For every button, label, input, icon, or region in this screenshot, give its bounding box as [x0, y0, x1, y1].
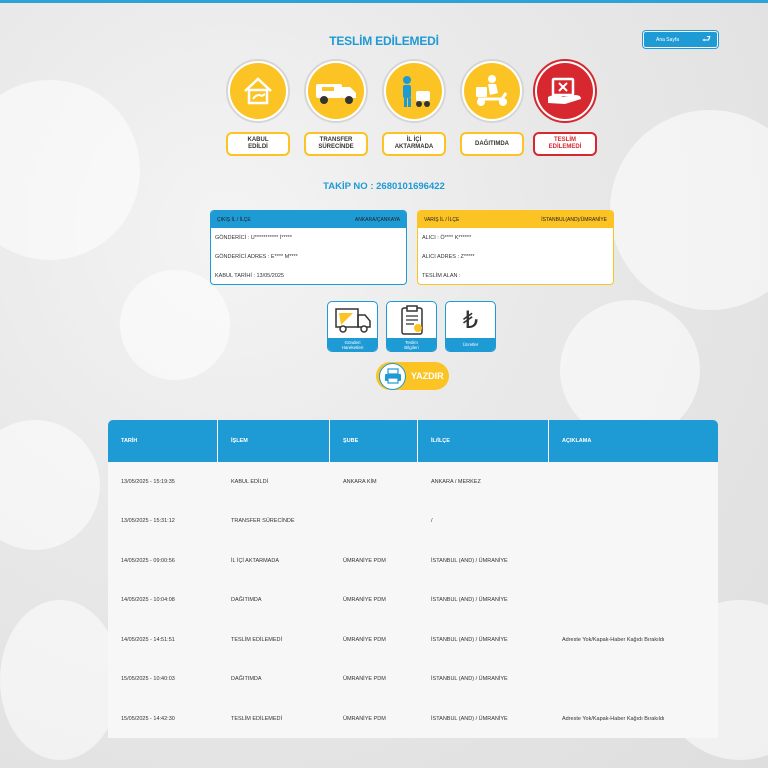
- table-body: 13/05/2025 - 15:19:35 KABUL EDİLDİ ANKARA …: [108, 462, 718, 738]
- table-cell: [549, 502, 718, 542]
- table-cell: DAĞITIMDA: [231, 597, 262, 604]
- step-transfer: TRANSFER SÜRECİNDE: [304, 59, 370, 156]
- fees-button[interactable]: ₺ Ücretler: [445, 301, 496, 352]
- table-cell: [549, 541, 718, 581]
- shipment-movements-button[interactable]: Gönderi Hareketleri: [327, 301, 378, 352]
- table-cell: İSTANBUL (AND) / ÜMRANİYE: [431, 676, 508, 683]
- table-cell: ANKARA / MERKEZ: [431, 478, 481, 485]
- tool-label: Gönderi Hareketleri: [328, 338, 377, 351]
- house-hand-icon: [244, 77, 272, 105]
- column-header: AÇIKLAMA: [562, 438, 592, 444]
- column-header: İŞLEM: [218, 420, 330, 462]
- table-cell: ÜMRANİYE PDM: [343, 636, 386, 643]
- table-cell: İSTANBUL (AND) / ÜMRANİYE: [431, 715, 508, 722]
- table-cell: 14/05/2025 - 10:04:08: [121, 597, 175, 604]
- column-header: TARİH: [108, 420, 218, 462]
- column-header: İL/İLÇE: [418, 420, 549, 462]
- table-row: 14/05/2025 - 14:51:51 TESLİM EDİLEMEDİ ÜMR…: [108, 620, 718, 660]
- table-cell: ANKARA KİM: [343, 478, 377, 485]
- receiver-card-header-right: İSTANBUL(AND)/ÜMRANİYE: [541, 216, 607, 223]
- truck-paper-icon: [334, 307, 371, 333]
- step-teslim-edilemedi: TESLİM EDİLEMEDİ: [533, 59, 599, 156]
- receiver-address: ALICI ADRES : Z*****: [422, 253, 475, 260]
- print-label: YAZDIR: [411, 371, 444, 381]
- table-header: TARİH İŞLEM ŞUBE İL/İLÇE AÇIKLAMA: [108, 420, 718, 462]
- table-cell: /: [431, 518, 433, 525]
- movements-table: TARİH İŞLEM ŞUBE İL/İLÇE AÇIKLAMA 13/05/…: [108, 420, 718, 738]
- sender-address: GÖNDERİCİ ADRES : E**** M****: [215, 253, 298, 260]
- sender-card: ÇIKIŞ İL / İLÇE ANKARA/ÇANKAYA GÖNDERİCİ…: [210, 210, 407, 285]
- lira-icon: ₺: [462, 305, 479, 334]
- step-label: İL İÇİ AKTARMADA: [382, 132, 446, 156]
- home-button[interactable]: Ana Sayfa ⮐: [643, 31, 718, 48]
- table-cell: KABUL EDİLDİ: [231, 478, 269, 485]
- step-label: DAĞITIMDA: [460, 132, 524, 156]
- status-steps: KABUL EDİLDİ TRANSFER SÜRECİNDE İL İÇİ A…: [226, 59, 606, 159]
- table-cell: 13/05/2025 - 15:31:12: [121, 518, 175, 525]
- table-cell: 15/05/2025 - 10:40:03: [121, 676, 175, 683]
- tracking-number: TAKİP NO : 2680101696422: [323, 181, 445, 192]
- tool-label: Teslim Bilgileri: [387, 338, 436, 351]
- receiver-card: VARIŞ İL / İLÇE İSTANBUL(AND)/ÜMRANİYE A…: [417, 210, 614, 285]
- table-cell: TESLİM EDİLEMEDİ: [231, 636, 283, 643]
- truck-icon: [316, 84, 356, 104]
- printer-icon: [384, 368, 401, 384]
- table-row: 13/05/2025 - 15:31:12 TRANSFER SÜRECİNDE /: [108, 502, 718, 542]
- acceptance-date: KABUL TARİHİ : 13/05/2025: [215, 272, 284, 279]
- table-cell: DAĞITIMDA: [231, 676, 262, 683]
- table-cell: ÜMRANİYE PDM: [343, 597, 386, 604]
- home-button-label: Ana Sayfa: [656, 36, 680, 43]
- step-label: TRANSFER SÜRECİNDE: [304, 132, 368, 156]
- column-header: ŞUBE: [330, 420, 418, 462]
- table-cell: Adreste Yok/Kapak-Haber Kağıdı Bırakıldı: [562, 715, 665, 722]
- table-cell: İSTANBUL (AND) / ÜMRANİYE: [431, 597, 508, 604]
- table-cell: 13/05/2025 - 15:19:35: [121, 478, 175, 485]
- worker-cart-icon: [403, 76, 430, 107]
- table-row: 15/05/2025 - 14:42:30 TESLİM EDİLEMEDİ ÜMR…: [108, 699, 718, 738]
- table-cell: ÜMRANİYE PDM: [343, 676, 386, 683]
- table-row: 13/05/2025 - 15:19:35 KABUL EDİLDİ ANKARA …: [108, 462, 718, 502]
- table-cell: İSTANBUL (AND) / ÜMRANİYE: [431, 557, 508, 564]
- table-cell: ÜMRANİYE PDM: [343, 715, 386, 722]
- table-cell: [549, 660, 718, 700]
- delivered-to: TESLİM ALAN :: [422, 272, 461, 279]
- table-cell: [549, 462, 718, 502]
- step-kabul: KABUL EDİLDİ: [226, 59, 292, 156]
- table-row: 15/05/2025 - 10:40:03 DAĞITIMDA ÜMRANİYE P…: [108, 660, 718, 700]
- sender-card-header-right: ANKARA/ÇANKAYA: [354, 216, 400, 223]
- delivery-info-button[interactable]: Teslim Bilgileri: [386, 301, 437, 352]
- table-cell: İSTANBUL (AND) / ÜMRANİYE: [431, 636, 508, 643]
- step-il-ici: İL İÇİ AKTARMADA: [382, 59, 448, 156]
- step-label: TESLİM EDİLEMEDİ: [533, 132, 597, 156]
- print-button[interactable]: YAZDIR: [376, 362, 449, 390]
- receiver-name: ALICI : Ö**** K******: [422, 234, 472, 241]
- table-cell: TRANSFER SÜRECİNDE: [231, 518, 295, 525]
- table-cell: ÜMRANİYE PDM: [343, 557, 386, 564]
- table-row: 14/05/2025 - 10:04:08 DAĞITIMDA ÜMRANİYE P…: [108, 581, 718, 621]
- top-accent-line: [0, 0, 768, 3]
- table-cell: İL İÇİ AKTARMADA: [231, 557, 279, 564]
- undelivered-box-icon: [548, 77, 581, 104]
- table-cell: [330, 502, 418, 542]
- table-cell: Adreste Yok/Kapak-Haber Kağıdı Bırakıldı: [562, 636, 665, 643]
- tool-buttons: Gönderi Hareketleri Teslim Bilgileri ₺ Ü…: [327, 301, 497, 353]
- sender-name: GÖNDERİCİ : U*********** İ*****: [215, 234, 293, 241]
- table-cell: 14/05/2025 - 14:51:51: [121, 636, 175, 643]
- table-cell: 14/05/2025 - 09:00:56: [121, 557, 175, 564]
- receiver-card-header-left: VARIŞ İL / İLÇE: [424, 216, 460, 223]
- table-row: 14/05/2025 - 09:00:56 İL İÇİ AKTARMADA ÜMR…: [108, 541, 718, 581]
- scooter-icon: [476, 75, 508, 106]
- return-icon: ⮐: [702, 34, 711, 45]
- clipboard-icon: [400, 304, 423, 335]
- table-cell: [549, 581, 718, 621]
- table-cell: 15/05/2025 - 14:42:30: [121, 715, 175, 722]
- sender-card-header-left: ÇIKIŞ İL / İLÇE: [217, 216, 251, 223]
- step-label: KABUL EDİLDİ: [226, 132, 290, 156]
- table-cell: TESLİM EDİLEMEDİ: [231, 715, 283, 722]
- tool-label: Ücretler: [446, 338, 495, 351]
- step-dagitim: DAĞITIMDA: [460, 59, 526, 156]
